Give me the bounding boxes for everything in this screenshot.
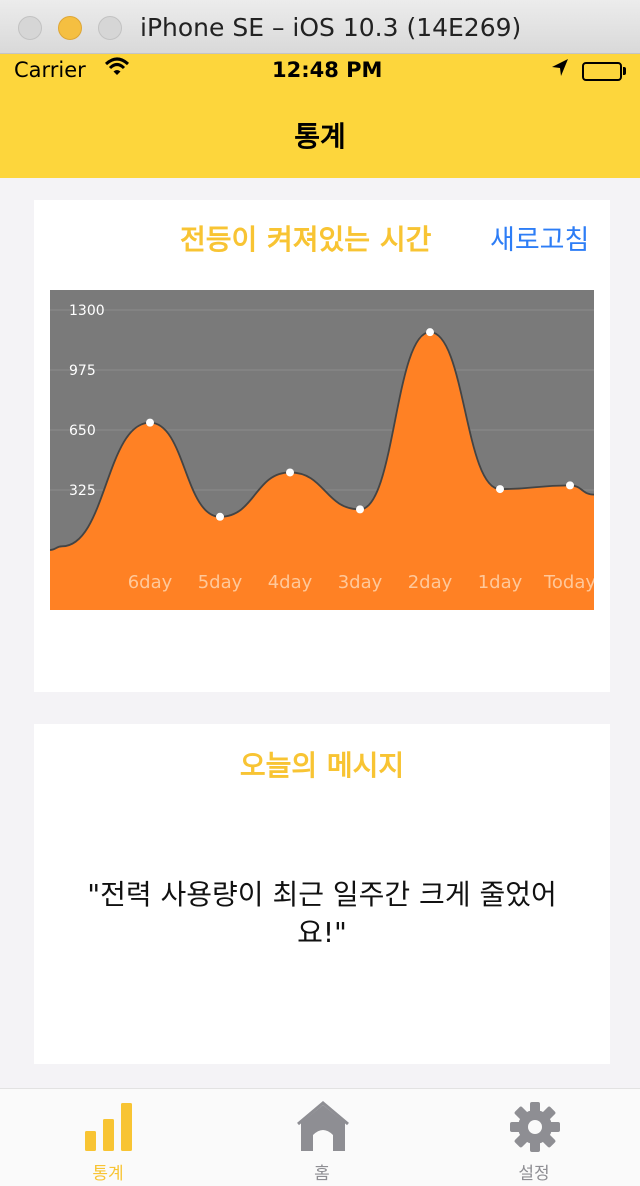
window-title: iPhone SE – iOS 10.3 (14E269) (140, 13, 522, 42)
data-point (566, 481, 574, 490)
gear-icon (510, 1102, 560, 1152)
x-tick-label: Today (543, 572, 594, 593)
x-tick-label: 2day (408, 572, 453, 593)
location-arrow-icon (550, 57, 570, 84)
chart-svg: 032565097513006day5day4day3day2day1dayTo… (50, 290, 594, 610)
chart-card-title: 전등이 켜져있는 시간 (180, 223, 432, 256)
simulator-titlebar: iPhone SE – iOS 10.3 (14E269) (0, 0, 640, 54)
y-tick-label: 1300 (69, 303, 105, 319)
data-point (356, 505, 364, 514)
x-tick-label: 1day (478, 572, 523, 593)
battery-icon (582, 62, 622, 81)
navigation-bar: 통계 (0, 90, 640, 178)
bar-chart-icon (85, 1103, 132, 1151)
y-tick-label: 650 (69, 423, 96, 439)
message-text: "전력 사용량이 최근 일주간 크게 줄었어요!" (87, 878, 557, 949)
window-close-button[interactable] (18, 16, 42, 40)
phone-screen: Carrier 12:48 PM 통계 전등이 켜져있는 시간 새로고침 032… (0, 54, 640, 1186)
tab-stats[interactable]: 통계 (38, 1089, 178, 1186)
battery-tip (623, 67, 626, 75)
usage-chart: 032565097513006day5day4day3day2day1dayTo… (50, 290, 594, 610)
y-tick-label: 325 (69, 483, 96, 499)
clock-label: 12:48 PM (272, 58, 383, 82)
page-title: 통계 (294, 120, 346, 153)
data-point (286, 468, 294, 477)
x-tick-label: 5day (198, 572, 243, 593)
tab-home-label: 홈 (314, 1164, 330, 1184)
x-tick-label: 3day (338, 572, 383, 593)
usage-chart-card: 전등이 켜져있는 시간 새로고침 032565097513006day5day4… (34, 200, 610, 692)
tab-home[interactable]: 홈 (252, 1089, 392, 1186)
tab-settings[interactable]: 설정 (464, 1089, 604, 1186)
tab-stats-label: 통계 (92, 1164, 124, 1184)
carrier-label: Carrier (14, 58, 86, 82)
data-point (426, 328, 434, 337)
window-zoom-button[interactable] (98, 16, 122, 40)
window-minimize-button[interactable] (58, 16, 82, 40)
home-icon (297, 1101, 349, 1151)
wifi-icon (104, 56, 130, 83)
refresh-button[interactable]: 새로고침 (490, 218, 589, 257)
status-bar: Carrier 12:48 PM (0, 54, 640, 90)
data-point (146, 418, 154, 427)
message-card: 오늘의 메시지 "전력 사용량이 최근 일주간 크게 줄었어요!" (34, 724, 610, 1064)
x-tick-label: 4day (268, 572, 313, 593)
data-point (216, 512, 224, 521)
data-point (496, 485, 504, 494)
tab-settings-label: 설정 (518, 1164, 550, 1184)
message-card-title: 오늘의 메시지 (239, 749, 405, 782)
y-tick-label: 975 (69, 363, 96, 379)
tab-bar: 통계 홈 설정 (0, 1088, 640, 1186)
x-tick-label: 6day (128, 572, 173, 593)
